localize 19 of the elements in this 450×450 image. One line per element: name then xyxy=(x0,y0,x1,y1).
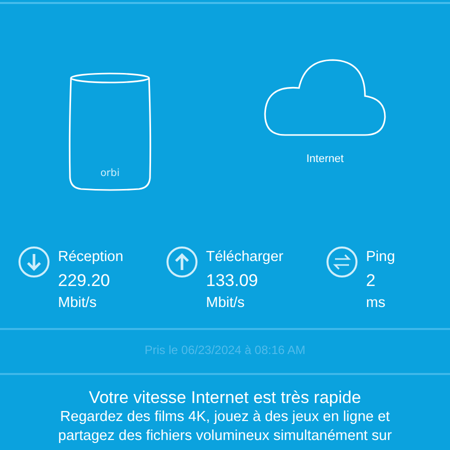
ping-icon xyxy=(326,246,358,278)
result-description: Regardez des films 4K, jouez à des jeux en ligne et xyxy=(60,408,390,427)
download-icon xyxy=(18,246,50,278)
stat-label: Ping xyxy=(366,248,396,267)
cloud-icon xyxy=(263,58,387,137)
result-title: Votre vitesse Internet est très rapide xyxy=(88,387,362,408)
stat-label: Réception xyxy=(58,248,124,267)
upload-icon xyxy=(166,246,198,278)
result-description: partagez des fichiers volumineux simultanément sur xyxy=(58,427,392,446)
timestamp-text: Pris le 06/23/2024 à 08:16 AM xyxy=(144,342,306,359)
stat-value: 2 xyxy=(366,270,376,292)
stat-label: Télécharger xyxy=(206,248,284,267)
stat-value: 229.20 xyxy=(58,270,111,292)
router-drawing: orbi xyxy=(67,72,153,192)
internet-label: Internet xyxy=(306,152,344,167)
stat-value: 133.09 xyxy=(206,270,259,292)
stat-unit: ms xyxy=(366,294,386,313)
stat-unit: Mbit/s xyxy=(58,294,98,313)
stat-unit: Mbit/s xyxy=(206,294,246,313)
